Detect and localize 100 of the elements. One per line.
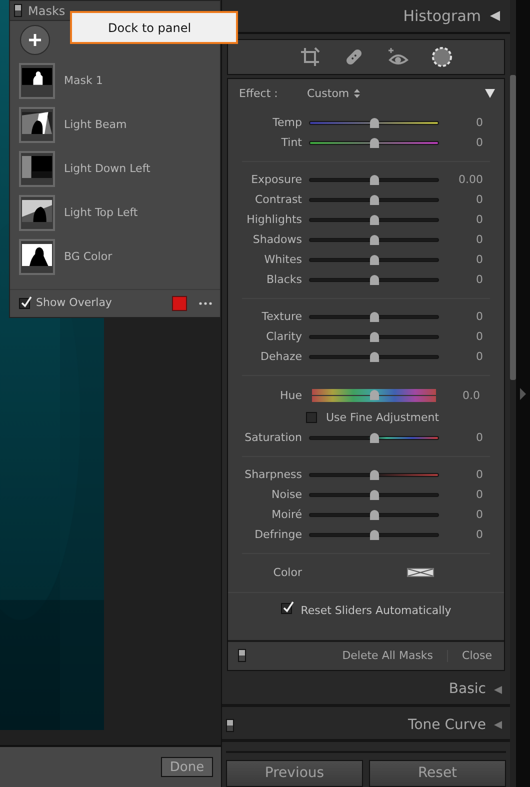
slider[interactable] [309,488,439,501]
slider-label: Exposure [250,172,302,188]
checkbox-label: Reset Sliders Automatically [300,602,452,619]
slider-value: 0 [475,486,483,503]
mask-thumbnail[interactable] [19,239,55,275]
slider-thumb[interactable] [370,432,379,443]
slider-thumb[interactable] [370,312,379,322]
slider-label: Texture [260,308,302,325]
effect-dropdown[interactable]: Custom [307,86,360,102]
slider[interactable] [309,508,439,521]
slider-value: 0 [475,134,483,151]
done-button[interactable]: Done [161,757,213,777]
slider[interactable] [309,350,439,363]
slider-value: 0 [475,252,483,268]
close-button[interactable]: Close [462,648,492,664]
slider-thumb[interactable] [370,194,379,205]
slider-label: Clarity [265,328,302,345]
slider-value: 0 [475,466,483,483]
crop-icon[interactable] [299,46,321,68]
plus-icon [29,34,41,46]
previous-button[interactable]: Previous [226,760,363,787]
slider[interactable] [309,528,439,541]
checkbox[interactable] [19,298,30,309]
stepper-icon [354,89,360,98]
mask-name[interactable]: Light Beam [64,116,127,134]
mask-thumbnail[interactable] [19,107,55,143]
slider[interactable] [309,234,439,246]
panel-switch[interactable] [238,649,246,662]
slider-label: Temp [272,114,302,131]
slider-label: Moiré [270,506,302,523]
hue-slider[interactable] [312,389,436,402]
slider-value: 0.00 [458,172,483,188]
slider-thumb[interactable] [370,234,379,245]
mask-name[interactable]: Light Top Left [64,204,138,222]
add-mask-button[interactable] [20,25,50,55]
slider-thumb[interactable] [370,352,379,362]
mask-name[interactable]: Mask 1 [64,72,103,90]
mask-thumbnail[interactable] [19,151,55,187]
panel-title[interactable]: Histogram [403,4,481,28]
dashed-circle-icon[interactable] [431,46,453,68]
panel-title[interactable]: Tone Curve [408,714,486,736]
slider[interactable] [309,214,439,226]
slider[interactable] [309,116,439,129]
slider-value: 0 [475,506,483,523]
panel-title: Masks [28,2,66,20]
mask-name[interactable]: Light Down Left [64,160,150,178]
overlay-color-swatch[interactable] [172,296,187,311]
mask-name[interactable]: BG Color [64,248,112,266]
slider-thumb[interactable] [370,390,379,400]
slider-thumb[interactable] [370,254,379,265]
effect-label: Effect : [239,86,279,102]
slider-label: Whites [263,252,302,268]
mask-thumbnail[interactable] [19,63,55,99]
slider[interactable] [309,432,439,444]
slider-thumb[interactable] [370,530,379,540]
panel-title[interactable]: Basic [448,679,486,700]
slider-thumb[interactable] [370,490,379,500]
slider[interactable] [309,330,439,343]
checkbox[interactable] [280,602,292,614]
triangle-icon[interactable] [485,89,495,98]
slider-label: Highlights [246,212,302,228]
slider-label: Shadows [252,232,302,248]
slider-thumb[interactable] [370,510,379,520]
slider-value: 0 [475,348,483,365]
panel-switch[interactable] [226,718,234,732]
slider-value: 0.0 [462,388,480,404]
more-icon[interactable] [199,302,212,305]
collapse-icon[interactable] [490,11,500,22]
slider[interactable] [309,194,439,206]
slider[interactable] [309,254,439,266]
checkbox-label: Use Fine Adjustment [326,410,440,426]
menu-item[interactable]: Dock to panel [108,18,192,36]
slider-thumb[interactable] [370,174,379,185]
delete-all-masks-button[interactable]: Delete All Masks [342,648,434,664]
mask-thumbnail[interactable] [19,195,55,231]
slider[interactable] [309,274,439,286]
slider-value: 0 [475,272,483,288]
slider-thumb[interactable] [370,274,379,285]
slider-value: 0 [475,526,483,543]
slider-label: Noise [270,486,302,503]
slider-thumb[interactable] [370,332,379,342]
color-label: Color [272,564,302,581]
checkbox[interactable] [306,412,317,424]
reset-button[interactable]: Reset [369,760,506,787]
slider[interactable] [309,136,439,149]
panel-switch[interactable] [14,4,22,17]
slider[interactable] [309,468,439,481]
slider[interactable] [309,174,439,186]
slider-value: 0 [475,114,483,131]
slider-value: 0 [475,430,483,446]
checkbox-label: Show Overlay [36,295,112,312]
slider-thumb[interactable] [370,214,379,225]
color-swatch[interactable] [407,568,434,578]
slider-thumb[interactable] [370,138,379,148]
expand-icon[interactable] [520,388,526,400]
slider[interactable] [309,310,439,323]
slider-label: Hue [278,388,302,404]
slider-thumb[interactable] [370,118,379,128]
slider-thumb[interactable] [370,470,379,480]
scrollbar-thumb[interactable] [510,75,516,380]
